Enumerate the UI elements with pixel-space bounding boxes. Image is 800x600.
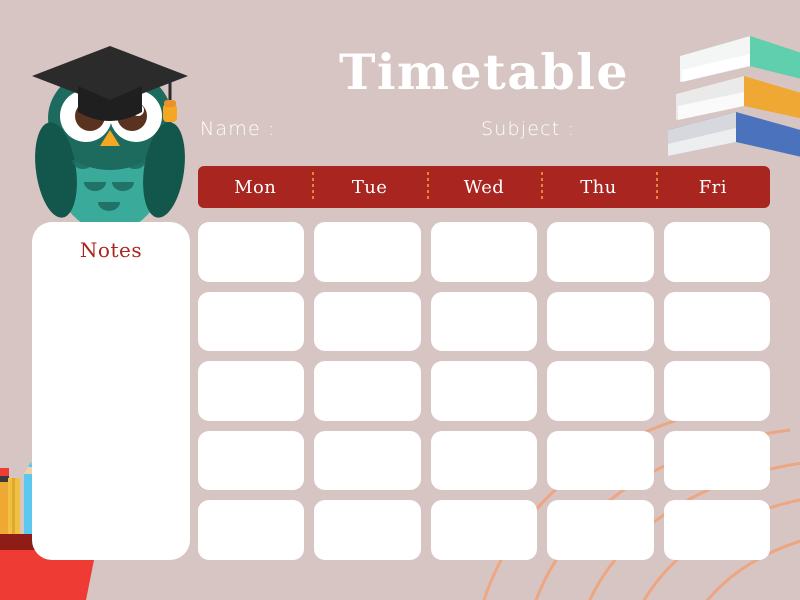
timetable-cell[interactable]: [663, 500, 770, 560]
timetable-cell[interactable]: [547, 430, 654, 491]
owl-graduate-icon: [32, 46, 188, 232]
timetable-cell[interactable]: [430, 361, 538, 421]
timetable-cell[interactable]: [430, 500, 538, 560]
timetable-cell[interactable]: [198, 291, 305, 352]
timetable-grid: [198, 222, 770, 560]
days-header-bar: Mon Tue Wed Thu Fri: [198, 166, 770, 208]
day-header-mon[interactable]: Mon: [198, 166, 312, 208]
timetable-cell[interactable]: [198, 500, 305, 560]
timetable-cell[interactable]: [663, 222, 770, 282]
timetable-cell[interactable]: [314, 222, 421, 282]
subject-label: Subject :: [481, 118, 576, 140]
timetable-cell[interactable]: [314, 500, 421, 560]
timetable-cell[interactable]: [314, 361, 421, 421]
timetable-cell[interactable]: [663, 430, 770, 491]
timetable-cell[interactable]: [663, 361, 770, 421]
timetable-cell[interactable]: [547, 222, 654, 282]
page-title: Timetable: [338, 43, 630, 101]
timetable-cell[interactable]: [198, 430, 305, 491]
timetable-cell[interactable]: [198, 222, 305, 282]
timetable-cell[interactable]: [663, 291, 770, 352]
timetable-cell[interactable]: [314, 430, 421, 491]
timetable-page: Timetable Name : Subject : Mon Tue Wed T…: [0, 0, 800, 600]
timetable-cell[interactable]: [430, 222, 538, 282]
day-header-tue[interactable]: Tue: [312, 166, 426, 208]
timetable-cell[interactable]: [314, 291, 421, 352]
timetable-cell[interactable]: [198, 361, 305, 421]
day-header-fri[interactable]: Fri: [655, 166, 770, 208]
name-label: Name :: [200, 118, 276, 140]
day-header-thu[interactable]: Thu: [541, 166, 655, 208]
notes-title: Notes: [79, 238, 143, 262]
timetable-cell[interactable]: [430, 430, 538, 491]
day-header-wed[interactable]: Wed: [426, 166, 541, 208]
timetable-cell[interactable]: [547, 500, 654, 560]
timetable-cell[interactable]: [430, 291, 538, 352]
timetable-cell[interactable]: [547, 361, 654, 421]
notes-panel[interactable]: Notes: [32, 222, 190, 560]
timetable-cell[interactable]: [547, 291, 654, 352]
field-row: Name : Subject :: [200, 115, 770, 143]
